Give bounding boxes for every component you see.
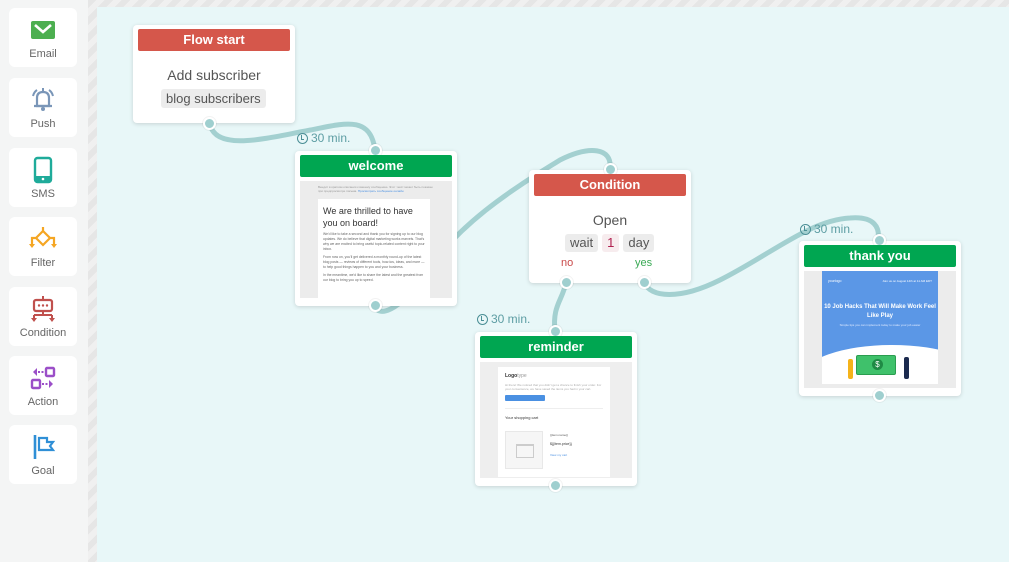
segment-tag: blog subscribers bbox=[161, 89, 266, 108]
output-port-no[interactable] bbox=[560, 276, 573, 289]
tool-sms[interactable]: SMS bbox=[9, 148, 77, 207]
node-condition[interactable]: Condition Open wait 1 day no yes bbox=[529, 163, 691, 289]
sidebar-toolbox: Email Push SMS Filter Condition Action G… bbox=[0, 0, 88, 562]
node-email-welcome[interactable]: welcome Вендит в кратком описании к ваше… bbox=[295, 144, 457, 312]
preview-heading: We are thrilled to have you on board! bbox=[323, 206, 413, 228]
delay-label: 30 min. bbox=[800, 222, 853, 236]
start-title: Add subscriber bbox=[167, 67, 261, 83]
sidebar-divider bbox=[88, 0, 97, 562]
top-border bbox=[88, 0, 1009, 7]
output-port[interactable] bbox=[873, 389, 886, 402]
condition-robot-icon bbox=[31, 296, 55, 322]
output-port-yes[interactable] bbox=[638, 276, 651, 289]
node-email-thank-you[interactable]: thank you yourlogo Join us on August 14t… bbox=[799, 234, 961, 402]
tool-label: SMS bbox=[31, 188, 55, 200]
output-port[interactable] bbox=[203, 117, 216, 130]
tool-email[interactable]: Email bbox=[9, 8, 77, 67]
wait-value: 1 bbox=[602, 234, 620, 252]
tool-goal[interactable]: Goal bbox=[9, 425, 77, 484]
delay-label: 30 min. bbox=[477, 312, 530, 326]
email-preview: yourlogo Join us on August 14th at 11 AM… bbox=[804, 271, 956, 388]
node-header: reminder bbox=[480, 336, 632, 358]
node-header: thank you bbox=[804, 245, 956, 267]
clock-icon bbox=[297, 132, 308, 144]
tool-filter[interactable]: Filter bbox=[9, 217, 77, 276]
tool-condition[interactable]: Condition bbox=[9, 287, 77, 346]
node-header: Flow start bbox=[138, 29, 290, 51]
branch-yes-label: yes bbox=[635, 257, 653, 269]
node-email-reminder[interactable]: reminder Logotype Hi there! We noticed t… bbox=[475, 325, 637, 492]
tool-action[interactable]: Action bbox=[9, 356, 77, 415]
flag-icon bbox=[33, 435, 56, 459]
email-preview: Вендит в кратком описании к вашему сообщ… bbox=[300, 181, 452, 298]
node-header: welcome bbox=[300, 155, 452, 177]
output-port[interactable] bbox=[549, 479, 562, 492]
clock-icon bbox=[800, 223, 811, 235]
node-flow-start[interactable]: Flow start Add subscriber blog subscribe… bbox=[133, 25, 295, 130]
filter-branch-icon bbox=[29, 227, 57, 248]
email-preview: Logotype Hi there! We noticed that you d… bbox=[480, 362, 632, 478]
tool-label: Action bbox=[27, 396, 59, 408]
condition-title: Open bbox=[592, 212, 628, 228]
money-illustration bbox=[856, 355, 896, 375]
tool-label: Goal bbox=[31, 465, 55, 477]
tool-label: Condition bbox=[19, 327, 67, 339]
envelope-icon bbox=[31, 21, 55, 39]
output-port[interactable] bbox=[369, 299, 382, 312]
node-header: Condition bbox=[534, 174, 686, 196]
wait-row: wait 1 day bbox=[565, 234, 655, 252]
action-arrows-icon bbox=[30, 366, 56, 390]
branch-no-label: no bbox=[561, 257, 574, 269]
tool-push[interactable]: Push bbox=[9, 78, 77, 137]
delay-label: 30 min. bbox=[297, 131, 350, 145]
cart-icon bbox=[505, 431, 543, 469]
tool-label: Filter bbox=[30, 257, 56, 269]
complete-order-button bbox=[505, 395, 545, 401]
tool-label: Push bbox=[30, 118, 56, 130]
tool-label: Email bbox=[29, 48, 57, 60]
clock-icon bbox=[477, 313, 488, 325]
bell-icon bbox=[32, 88, 54, 111]
smartphone-icon bbox=[33, 156, 53, 184]
